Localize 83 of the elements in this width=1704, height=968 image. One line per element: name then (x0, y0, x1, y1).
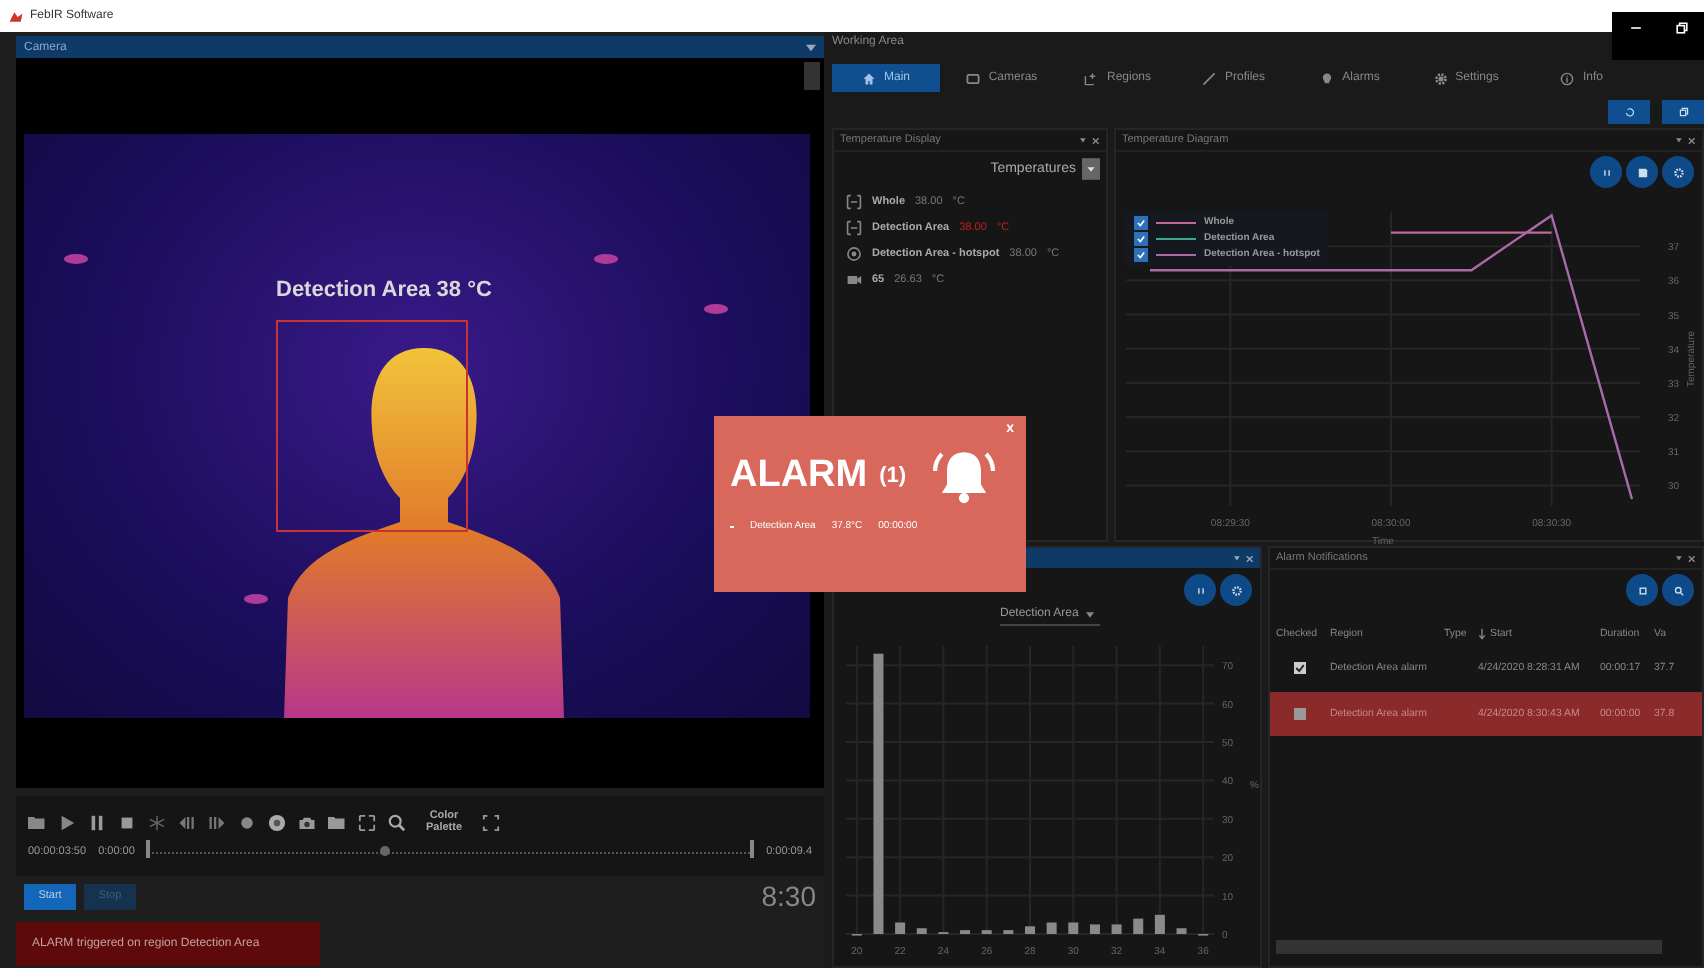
search-button[interactable] (1662, 574, 1694, 606)
camera-icon[interactable] (298, 813, 316, 831)
video-camera-icon (846, 271, 862, 287)
settings-icon (1671, 165, 1685, 179)
refresh-icon (1623, 106, 1635, 118)
heat-spot (704, 304, 728, 314)
lightbulb-icon (1320, 71, 1335, 85)
heat-spot (594, 254, 618, 264)
record-target-icon[interactable] (268, 813, 286, 831)
clear-button[interactable] (1626, 574, 1658, 606)
panel-menu-close-icon[interactable] (1234, 553, 1254, 563)
home-icon (861, 71, 876, 85)
settings-button[interactable] (1220, 574, 1252, 606)
seek-thumb[interactable] (379, 846, 390, 856)
region-icon (1084, 71, 1099, 85)
reset-layout-button[interactable] (1608, 100, 1650, 124)
heat-spot (244, 594, 268, 604)
legend-checkbox[interactable] (1134, 247, 1148, 261)
fit-icon[interactable] (358, 813, 376, 831)
record-icon[interactable] (238, 813, 256, 831)
caret-icon (1086, 611, 1095, 617)
step-forward-icon[interactable] (208, 813, 226, 831)
panel-menu-close-icon[interactable] (1080, 135, 1100, 145)
pause-icon (1599, 165, 1613, 179)
legend-checkbox[interactable] (1134, 231, 1148, 245)
row-checkbox[interactable] (1294, 708, 1306, 720)
region-icon (846, 219, 862, 235)
pause-button[interactable] (1590, 156, 1622, 188)
step-back-icon[interactable] (178, 813, 196, 831)
histogram-bar (1154, 914, 1165, 934)
histogram-bar (1025, 926, 1035, 934)
caret-icon[interactable] (806, 43, 816, 51)
horizontal-scrollbar[interactable] (1276, 940, 1662, 954)
histogram-bar (1133, 918, 1144, 934)
folder-icon[interactable] (328, 813, 346, 831)
target-icon (846, 245, 862, 261)
restore-icon[interactable] (1673, 20, 1689, 36)
alarm-title: ALARM (730, 454, 868, 498)
square-icon (1635, 583, 1649, 597)
range-end-handle[interactable] (750, 840, 755, 858)
detection-area-label: Detection Area 38 °C (276, 278, 492, 302)
camera-icon (966, 71, 981, 85)
histogram-bar (1089, 924, 1100, 934)
histogram-bar (916, 928, 927, 934)
panel-menu-close-icon[interactable] (1676, 553, 1696, 563)
zoom-icon[interactable] (388, 813, 406, 831)
dropdown-button-icon[interactable] (1082, 158, 1100, 180)
clock-time: 8:30 (761, 880, 816, 912)
gear-icon (1433, 71, 1448, 85)
range-start-handle[interactable] (146, 840, 151, 858)
row-checkbox[interactable] (1294, 662, 1306, 674)
histogram-bar (1176, 928, 1187, 934)
pause-button[interactable] (1184, 574, 1216, 606)
save-icon (1635, 165, 1649, 179)
detection-area-frame[interactable] (276, 320, 468, 532)
pause-icon (1193, 583, 1207, 597)
scrollbar[interactable] (804, 62, 820, 90)
heat-spot (64, 254, 88, 264)
alarm-count: (1) (879, 464, 907, 488)
pause-icon[interactable] (88, 813, 106, 831)
restore-icon (1677, 106, 1689, 118)
info-icon (1560, 71, 1575, 85)
histogram-bar (1111, 924, 1122, 934)
region-icon (846, 193, 862, 209)
settings-button[interactable] (1662, 156, 1694, 188)
histogram-bar (1068, 922, 1079, 934)
histogram-bar (1046, 922, 1057, 934)
legend-checkbox[interactable] (1134, 215, 1148, 229)
sort-arrow-icon (1478, 628, 1486, 640)
search-icon (1671, 583, 1685, 597)
fullscreen-icon[interactable] (482, 813, 500, 831)
line-icon (1202, 71, 1217, 85)
cut-icon[interactable] (148, 813, 166, 831)
folder-icon[interactable] (28, 813, 46, 831)
save-button[interactable] (1626, 156, 1658, 188)
stop-icon[interactable] (118, 813, 136, 831)
panel-menu-close-icon[interactable] (1676, 135, 1696, 145)
histogram-bar (895, 922, 906, 934)
app-logo-icon (8, 9, 24, 23)
settings-icon (1229, 583, 1243, 597)
restore-layout-button[interactable] (1662, 100, 1704, 124)
play-icon[interactable] (58, 813, 76, 831)
checkmark-icon (1294, 662, 1306, 674)
